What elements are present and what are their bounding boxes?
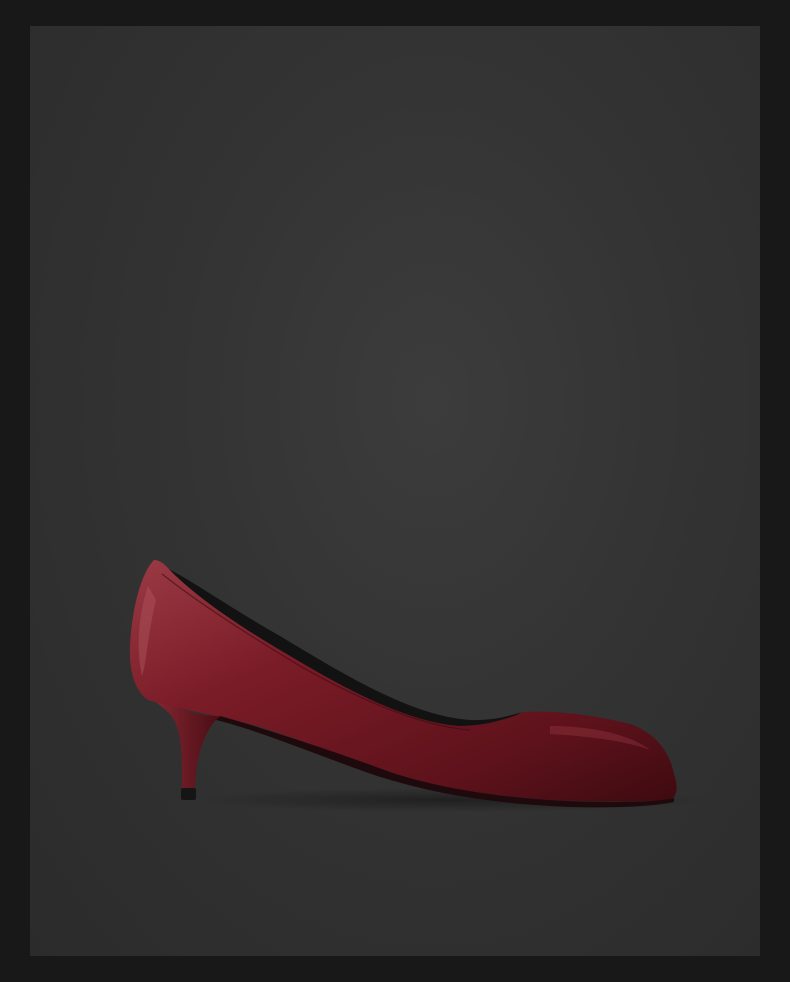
photo-frame [0,0,790,982]
heel-tip [181,788,196,800]
pump-shoe-icon [129,560,710,812]
product-photo [30,26,760,956]
